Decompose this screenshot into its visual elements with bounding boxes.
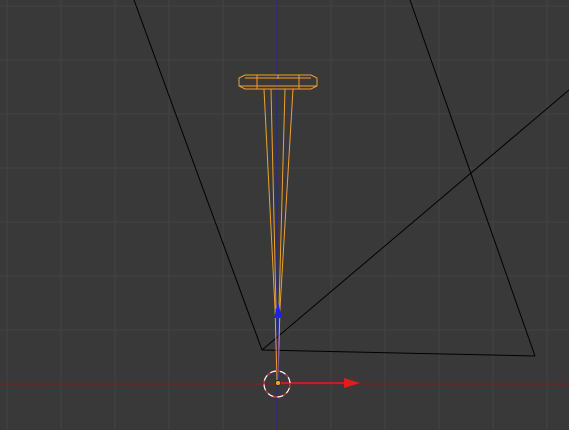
object-origin-dot <box>275 380 281 386</box>
plane-wireframe[interactable] <box>133 0 569 357</box>
floor-grid <box>0 0 569 430</box>
3d-viewport[interactable] <box>0 0 569 430</box>
nail-shank <box>263 88 294 309</box>
x-arrow-handle[interactable] <box>344 378 360 388</box>
viewport-canvas[interactable] <box>0 0 569 430</box>
